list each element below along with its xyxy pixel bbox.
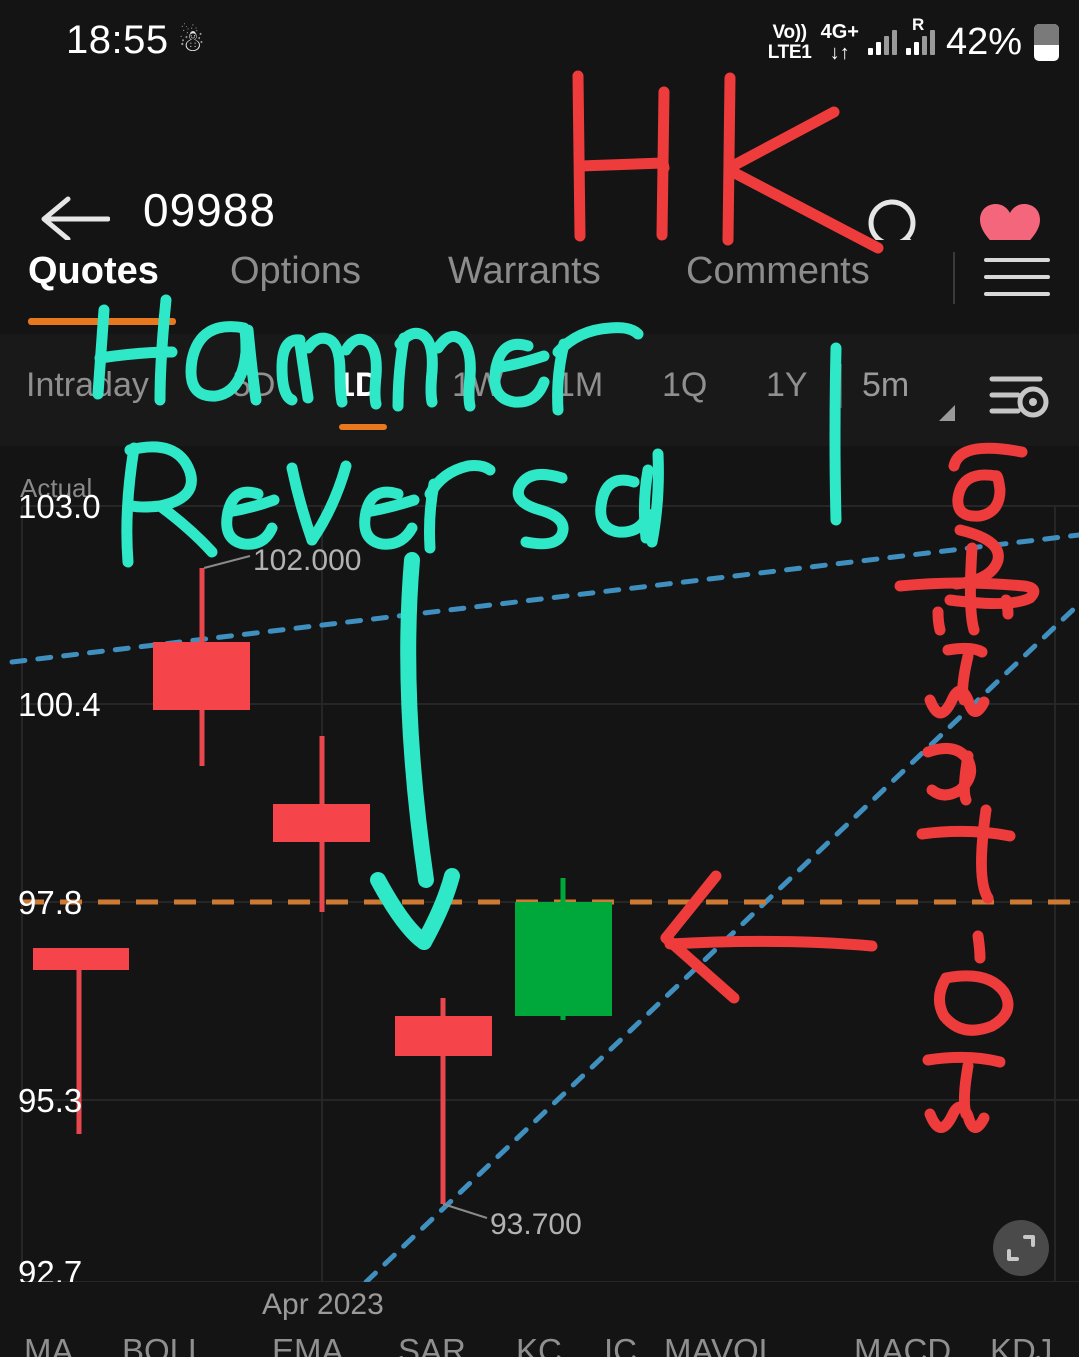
chevron-down-icon[interactable]	[939, 389, 955, 421]
vertical-gridlines	[21, 506, 1056, 1282]
timeframe-bar: Intraday 5D 1D 1W 1M 1Q 1Y 5m	[0, 334, 1079, 446]
candle-1	[153, 568, 250, 766]
indicator-ic[interactable]: IC	[604, 1332, 637, 1357]
x-axis-tick-label: Apr 2023	[262, 1288, 384, 1321]
interval-selector[interactable]: 5m	[862, 366, 909, 405]
timeframe-intraday[interactable]: Intraday	[26, 366, 149, 405]
x-axis: Apr 2023	[0, 1282, 1079, 1330]
tab-options[interactable]: Options	[230, 250, 361, 293]
indicator-mavol[interactable]: MAVOL	[664, 1332, 777, 1357]
timeframe-5d[interactable]: 5D	[232, 366, 275, 405]
signal-strength-icon	[867, 29, 897, 55]
main-tab-bar: Quotes Options Warrants Comments	[0, 240, 1079, 334]
indicator-settings-icon[interactable]	[988, 371, 1050, 424]
datapoint-label-low: 93.700	[490, 1208, 582, 1241]
snowman-icon: ☃	[178, 25, 205, 58]
indicator-macd[interactable]: MACD	[854, 1332, 951, 1357]
status-bar-indicators: Vo)) LTE1 4G+ ↓↑ R 42%	[767, 15, 1059, 64]
active-tab-indicator	[28, 318, 176, 325]
indicator-boll[interactable]: BOLL	[122, 1332, 206, 1357]
indicator-sar[interactable]: SAR	[398, 1332, 466, 1357]
y-axis-tick-0: 103.0	[18, 488, 101, 525]
status-bar: 18:55 ☃ Vo)) LTE1 4G+ ↓↑ R 42%	[0, 0, 1079, 78]
roaming-signal-icon: R	[905, 15, 935, 55]
timeframe-1q[interactable]: 1Q	[662, 366, 707, 405]
candle-2	[273, 736, 370, 912]
network-type-icon: 4G+ ↓↑	[820, 20, 859, 64]
indicator-kc[interactable]: KC	[516, 1332, 562, 1357]
tab-divider	[953, 252, 955, 304]
y-axis-tick-1: 100.4	[18, 686, 101, 723]
active-timeframe-indicator	[339, 424, 387, 430]
page-header: 09988 97.750 ↑ +2.100 +2.20%	[0, 78, 1079, 278]
indicator-ma[interactable]: MA	[24, 1332, 74, 1357]
horizontal-gridlines	[22, 505, 1079, 1282]
rising-support-trendline	[363, 601, 1079, 1282]
back-button[interactable]	[40, 196, 110, 242]
timeframe-1w[interactable]: 1W	[452, 366, 503, 405]
y-axis-tick-4: 92.7	[18, 1254, 83, 1282]
tab-quotes[interactable]: Quotes	[28, 250, 159, 293]
battery-icon	[1034, 23, 1059, 61]
volte-icon: Vo)) LTE1	[767, 21, 812, 63]
chart-canvas	[9, 505, 1079, 1282]
indicator-selector-row: MA BOLL EMA SAR KC IC MAVOL MACD KDJ	[0, 1330, 1079, 1357]
y-axis-tick-2: 97.8	[18, 884, 83, 921]
hamburger-menu-icon[interactable]	[984, 258, 1050, 296]
leader-line-high	[203, 555, 251, 569]
timeframe-1y[interactable]: 1Y	[766, 366, 808, 405]
indicator-ema[interactable]: EMA	[272, 1332, 344, 1357]
candlestick-chart[interactable]: Actual 103.0 100.4 97.8 95.3 92.7 102.00…	[0, 446, 1079, 1282]
indicator-kdj[interactable]: KDJ	[990, 1332, 1052, 1357]
timeframe-1m[interactable]: 1M	[556, 366, 603, 405]
tab-comments[interactable]: Comments	[686, 250, 870, 293]
y-axis-tick-3: 95.3	[18, 1082, 83, 1119]
tab-warrants[interactable]: Warrants	[448, 250, 601, 293]
timeframe-1d[interactable]: 1D	[336, 366, 379, 405]
datapoint-label-high: 102.000	[253, 544, 362, 577]
timeframe-divider	[840, 364, 842, 408]
leader-line-low	[442, 1203, 488, 1219]
status-bar-clock: 18:55	[66, 18, 169, 62]
battery-percentage: 42%	[945, 20, 1022, 63]
expand-fullscreen-icon[interactable]	[993, 1220, 1049, 1276]
candle-5	[515, 878, 612, 1020]
page-title: 09988	[143, 184, 276, 236]
